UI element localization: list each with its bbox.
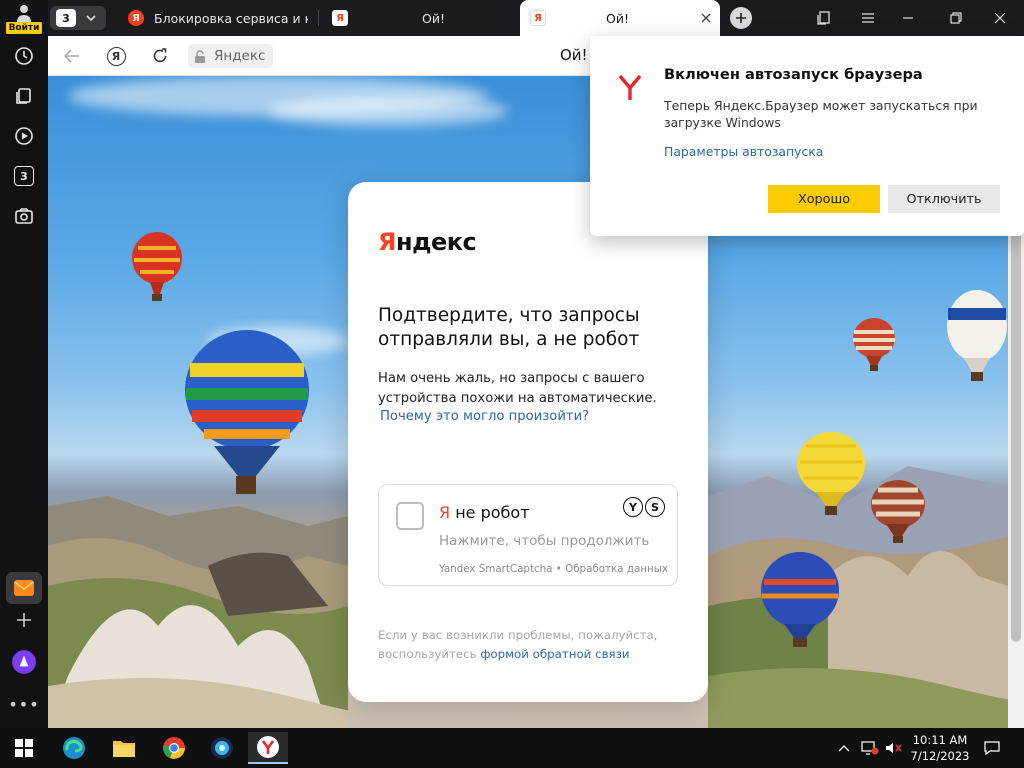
clock-time: 10:11 AM: [912, 733, 968, 747]
show-hidden-icons-chevron-icon[interactable]: [834, 732, 854, 764]
yandex-favicon: Я: [530, 10, 546, 26]
smartcaptcha-logo-icon: YS: [623, 497, 665, 517]
smartcaptcha-widget: Я не робот Нажмите, чтобы продолжить Yan…: [378, 484, 678, 586]
login-label: Войти: [6, 22, 42, 34]
history-icon[interactable]: [10, 42, 38, 70]
captcha-hint: Нажмите, чтобы продолжить: [439, 533, 650, 549]
tab-label: Блокировка сервиса и ка: [154, 10, 308, 26]
tab-blocking[interactable]: Я Блокировка сервиса и ка: [128, 0, 308, 36]
windows-start-icon[interactable]: [4, 732, 44, 764]
minimize-icon[interactable]: [888, 0, 928, 36]
feedback-notice: Если у вас возникли проблемы, пожалуйста…: [378, 628, 658, 661]
autostart-popup: Включен автозапуск браузера Теперь Яндек…: [590, 36, 1024, 236]
smartcaptcha-brand[interactable]: Yandex SmartCaptcha • Обработка данных: [439, 563, 668, 575]
tab-label: Ой!: [422, 10, 445, 26]
bookmarks-icon[interactable]: [804, 0, 844, 36]
add-sidebar-app-icon[interactable]: [10, 606, 38, 634]
hot-air-balloon: [185, 330, 309, 494]
close-window-icon[interactable]: [980, 0, 1020, 36]
captcha-title: Подтвердите, что запросы отправляли вы, …: [378, 305, 640, 350]
yandex-browser-taskbar-icon[interactable]: [248, 732, 288, 764]
not-robot-label[interactable]: Я не робот: [439, 503, 530, 522]
tab-oops-1[interactable]: Я Ой!: [332, 0, 518, 36]
sidebar-mail-app[interactable]: [6, 572, 42, 604]
site-label: Яндекс: [214, 48, 266, 64]
tab-group-button[interactable]: 3: [50, 6, 106, 30]
new-tab-button[interactable]: [730, 7, 752, 29]
close-tab-icon[interactable]: [701, 13, 711, 23]
hot-air-balloon: [132, 232, 182, 301]
chevron-down-icon: [86, 15, 96, 22]
captcha-description: Нам очень жаль, но запросы с вашего устр…: [378, 371, 657, 406]
chrome-icon[interactable]: [154, 732, 194, 764]
hot-air-balloon: [947, 290, 1007, 381]
feedback-form-link[interactable]: формой обратной связи: [480, 647, 629, 661]
windows-taskbar: 10:11 AM 7/12/2023: [0, 728, 1024, 768]
mail-icon: [14, 580, 34, 596]
file-explorer-icon[interactable]: [104, 732, 144, 764]
tab-strip: 3 Я Блокировка сервиса и ка Я Ой! Я Ой!: [48, 0, 1024, 36]
profile-login-button[interactable]: Войти: [4, 2, 44, 34]
screenshot-camera-icon[interactable]: [10, 202, 38, 230]
captcha-card: Яндекс Подтвердите, что запросы отправля…: [348, 182, 708, 702]
user-avatar-icon: [17, 5, 31, 22]
clock-date: 7/12/2023: [910, 749, 970, 763]
restore-icon[interactable]: [936, 0, 976, 36]
disable-button[interactable]: Отключить: [888, 185, 1000, 213]
tab-count-button[interactable]: 3: [10, 162, 38, 190]
collections-icon[interactable]: [10, 82, 38, 110]
yandex-logo: Яндекс: [378, 228, 477, 256]
volume-muted-icon[interactable]: [880, 732, 908, 764]
yandex-sidebar: Войти 3 •••: [0, 0, 48, 728]
system-clock[interactable]: 10:11 AM 7/12/2023: [906, 732, 974, 764]
tab-separator: [318, 10, 319, 26]
why-happened-link[interactable]: Почему это могло произойти?: [380, 409, 589, 424]
back-arrow-icon[interactable]: [60, 44, 84, 68]
plus-icon: [736, 13, 746, 23]
popup-text: Теперь Яндекс.Браузер может запускаться …: [664, 98, 978, 130]
tab-oops-active[interactable]: Я Ой!: [520, 0, 720, 36]
reload-icon[interactable]: [148, 44, 172, 68]
lock-icon: [195, 49, 205, 63]
popup-title: Включен автозапуск браузера: [664, 66, 923, 83]
video-play-icon[interactable]: [10, 122, 38, 150]
hot-air-balloon: [761, 552, 839, 647]
hot-air-balloon: [871, 480, 925, 543]
not-robot-checkbox[interactable]: [396, 502, 424, 530]
notifications-icon[interactable]: [978, 732, 1006, 764]
site-identity-chip[interactable]: Яндекс: [188, 44, 274, 68]
hot-air-balloon: [853, 318, 895, 371]
tab-group-count: 3: [56, 9, 76, 27]
tab-label: Ой!: [606, 10, 629, 26]
more-options-icon[interactable]: •••: [8, 690, 38, 718]
menu-icon[interactable]: [848, 0, 888, 36]
yandex-favicon: Я: [332, 10, 348, 26]
yandex-browser-logo-icon: [618, 74, 642, 100]
ok-button[interactable]: Хорошо: [768, 185, 880, 213]
app-icon[interactable]: [202, 732, 242, 764]
yandex-home-icon[interactable]: Я: [104, 44, 128, 68]
alice-assistant-icon[interactable]: [10, 648, 38, 676]
page-title: Ой!: [560, 46, 588, 64]
autostart-settings-link[interactable]: Параметры автозапуска: [664, 144, 823, 159]
yandex-favicon: Я: [128, 10, 144, 26]
edge-browser-icon[interactable]: [54, 732, 94, 764]
hot-air-balloon: [797, 432, 865, 515]
tab-count-badge: 3: [14, 166, 34, 186]
